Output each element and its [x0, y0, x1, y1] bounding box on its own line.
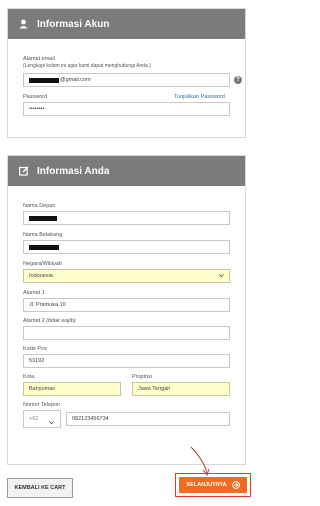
password-label: Password	[23, 94, 48, 100]
province-field[interactable]: Jawa Tengah	[132, 382, 230, 396]
chevron-down-icon	[49, 420, 54, 425]
postcode-value: 53192	[29, 358, 45, 364]
chevron-down-icon	[219, 273, 224, 278]
account-panel: Informasi Akun Alamat email (Lengkapi ko…	[7, 8, 246, 138]
show-password-link[interactable]: Tunjukkan Password	[174, 94, 225, 100]
first-name-field[interactable]	[23, 211, 230, 225]
arrow-right-circle-icon	[231, 481, 240, 489]
email-hint: (Lengkapi kolom ini agar kami dapat meng…	[23, 63, 151, 69]
province-value: Jawa Tengah	[138, 386, 171, 392]
address2-field[interactable]	[23, 326, 230, 340]
personal-title: Informasi Anda	[37, 165, 110, 177]
address2-label: Alamat 2 (tidak wajib)	[23, 318, 76, 324]
next-button[interactable]: SELANJUTNYA	[179, 477, 247, 493]
postcode-field[interactable]: 53192	[23, 354, 230, 368]
redacted-first-name	[29, 215, 57, 221]
last-name-field[interactable]	[23, 240, 230, 254]
account-header: Informasi Akun	[8, 9, 245, 39]
address2-label-text: Alamat 2	[23, 318, 45, 324]
redacted-last-name	[29, 244, 59, 250]
city-value: Banyumas	[29, 386, 55, 392]
last-name-label: Nama Belakang	[23, 232, 63, 238]
edit-icon	[18, 166, 29, 177]
email-label: Alamat email	[23, 56, 55, 62]
address1-field[interactable]: Jl. Pramuka 10	[23, 298, 230, 312]
account-title: Informasi Akun	[37, 18, 110, 30]
city-field[interactable]: Banyumas	[23, 382, 121, 396]
phone-value: 082123456734	[72, 416, 109, 422]
country-value: Indonesia	[29, 273, 53, 279]
address2-optional: (tidak wajib)	[46, 318, 76, 324]
province-label: Propinsi	[132, 374, 152, 380]
personal-panel: Informasi Anda Nama Depan Nama Belakang …	[7, 155, 246, 465]
postcode-label: Kode Pos	[23, 346, 47, 352]
email-field[interactable]: @gmail.com	[23, 73, 230, 87]
email-suffix: @gmail.com	[60, 77, 91, 83]
city-label: Kota	[23, 374, 35, 380]
country-label: Negara/Wilayah	[23, 261, 63, 267]
phone-label: Nomor Telepon	[23, 402, 61, 408]
first-name-label: Nama Depan	[23, 203, 56, 209]
phone-field[interactable]: 082123456734	[66, 412, 230, 426]
question-icon[interactable]: ?	[234, 76, 242, 84]
next-button-label: SELANJUTNYA	[186, 482, 227, 488]
password-value: ••••••••	[29, 106, 45, 112]
address1-value: Jl. Pramuka 10	[29, 302, 66, 308]
redacted-email	[29, 77, 59, 83]
country-select[interactable]: Indonesia	[23, 269, 230, 283]
password-field[interactable]: ••••••••	[23, 102, 230, 116]
address1-label: Alamat 1	[23, 290, 45, 296]
personal-header: Informasi Anda	[8, 156, 245, 186]
phone-code-select[interactable]: +62	[23, 410, 61, 428]
phone-code: +62	[29, 416, 39, 422]
back-to-cart-button[interactable]: KEMBALI KE CART	[7, 478, 73, 498]
user-icon	[18, 19, 29, 30]
next-button-highlight: SELANJUTNYA	[175, 473, 251, 497]
